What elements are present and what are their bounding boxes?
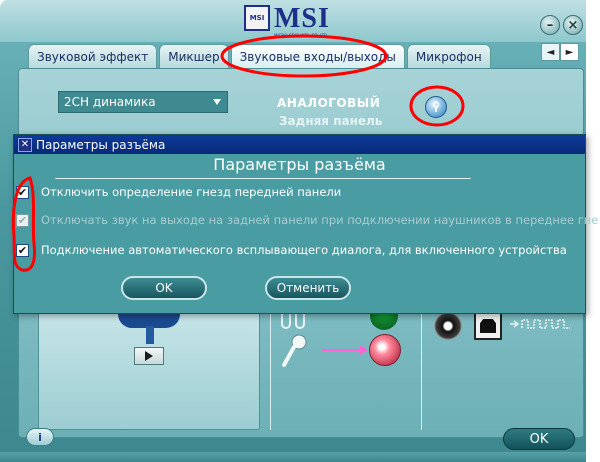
window-bottom-strip — [0, 452, 600, 462]
connector-settings-button[interactable] — [425, 96, 447, 118]
option-auto-popup-dialog[interactable]: ✔ Подключение автоматического всплывающе… — [16, 242, 567, 258]
arrow-right-icon — [360, 345, 368, 355]
option-disable-front-jack-detect[interactable]: ✔ Отключить определение гнезд передней п… — [16, 184, 341, 200]
minimize-button[interactable]: – — [540, 15, 560, 35]
dialog-app-icon: ✕ — [18, 137, 32, 152]
close-icon: × — [567, 17, 579, 33]
tab-microphone[interactable]: Микрофон — [406, 44, 491, 68]
rear-panel-label: Задняя панель — [279, 114, 383, 128]
play-test-button[interactable] — [134, 347, 164, 365]
tab-mixer[interactable]: Микшер — [159, 44, 229, 68]
optical-jack[interactable] — [474, 312, 502, 340]
dialog-heading-divider — [55, 178, 471, 179]
checkmark-icon: ✔ — [17, 185, 28, 199]
info-icon: i — [38, 430, 42, 444]
main-ok-button[interactable]: OK — [503, 428, 575, 450]
arrow-left-icon: ◄ — [546, 46, 555, 58]
msi-logo-badge: MSI — [244, 5, 270, 31]
msi-logo-text: MSI MICRO-STAR INT'L CO.,LTD. — [274, 5, 330, 38]
wrench-icon — [432, 101, 440, 112]
msi-logo-main: MSI — [274, 3, 330, 34]
speaker-config-value: 2CH динамика — [64, 95, 156, 109]
option-label: Подключение автоматического всплывающего… — [41, 243, 567, 257]
x-glyph-icon: ✕ — [20, 138, 30, 150]
dialog-ok-button[interactable]: OK — [121, 276, 207, 300]
msi-logo: MSI MSI MICRO-STAR INT'L CO.,LTD. — [244, 5, 352, 38]
option-mute-rear-on-headphones: ✔ Отключать звук на выходе на задней пан… — [16, 212, 598, 228]
option-label: Отключить определение гнезд передней пан… — [41, 185, 342, 199]
dialog-heading: Параметры разъёма — [213, 155, 386, 174]
digital-signal-icon — [510, 319, 570, 329]
tab-sound-effect[interactable]: Звуковой эффект — [28, 44, 158, 68]
tab-bar: Звуковой эффект Микшер Звуковые входы/вы… — [28, 44, 493, 68]
tab-audio-io[interactable]: Звуковые входы/выходы — [230, 44, 405, 68]
headphone-icon — [281, 314, 305, 329]
tab-scroll-arrows: ◄ ► — [541, 43, 579, 61]
pink-mic-jack[interactable] — [369, 334, 401, 366]
checkbox-mute-rear-on-headphones: ✔ — [16, 213, 29, 227]
desktop-background — [586, 0, 600, 462]
coaxial-jack[interactable] — [434, 312, 462, 340]
optical-port-icon — [480, 319, 496, 333]
dialog-titlebar: ✕ Параметры разъёма — [14, 135, 585, 154]
dialog-cancel-button[interactable]: Отменить — [265, 276, 351, 300]
mic-link-line — [322, 349, 362, 351]
msi-logo-sub: MICRO-STAR INT'L CO.,LTD. — [274, 33, 329, 38]
arrow-right-icon: ► — [565, 46, 574, 58]
option-label: Отключать звук на выходе на задней панел… — [41, 213, 599, 227]
play-icon — [145, 351, 153, 361]
checkmark-icon: ✔ — [17, 243, 28, 257]
chevron-down-icon — [213, 99, 221, 105]
checkbox-auto-popup-dialog[interactable]: ✔ — [16, 243, 29, 257]
minimize-icon: – — [546, 17, 554, 33]
speaker-config-select[interactable]: 2CH динамика — [58, 91, 228, 113]
microphone-icon — [282, 334, 307, 367]
speaker-pole-icon — [146, 326, 154, 344]
analog-label: АНАЛОГОВЫЙ — [277, 96, 381, 110]
checkbox-disable-front-jack-detect[interactable]: ✔ — [16, 185, 29, 199]
tab-scroll-right-button[interactable]: ► — [560, 43, 579, 61]
close-button[interactable]: × — [563, 15, 583, 35]
checkmark-icon: ✔ — [17, 213, 28, 227]
dialog-title: Параметры разъёма — [36, 137, 166, 152]
info-button[interactable]: i — [26, 428, 54, 446]
tab-scroll-left-button[interactable]: ◄ — [541, 43, 560, 61]
